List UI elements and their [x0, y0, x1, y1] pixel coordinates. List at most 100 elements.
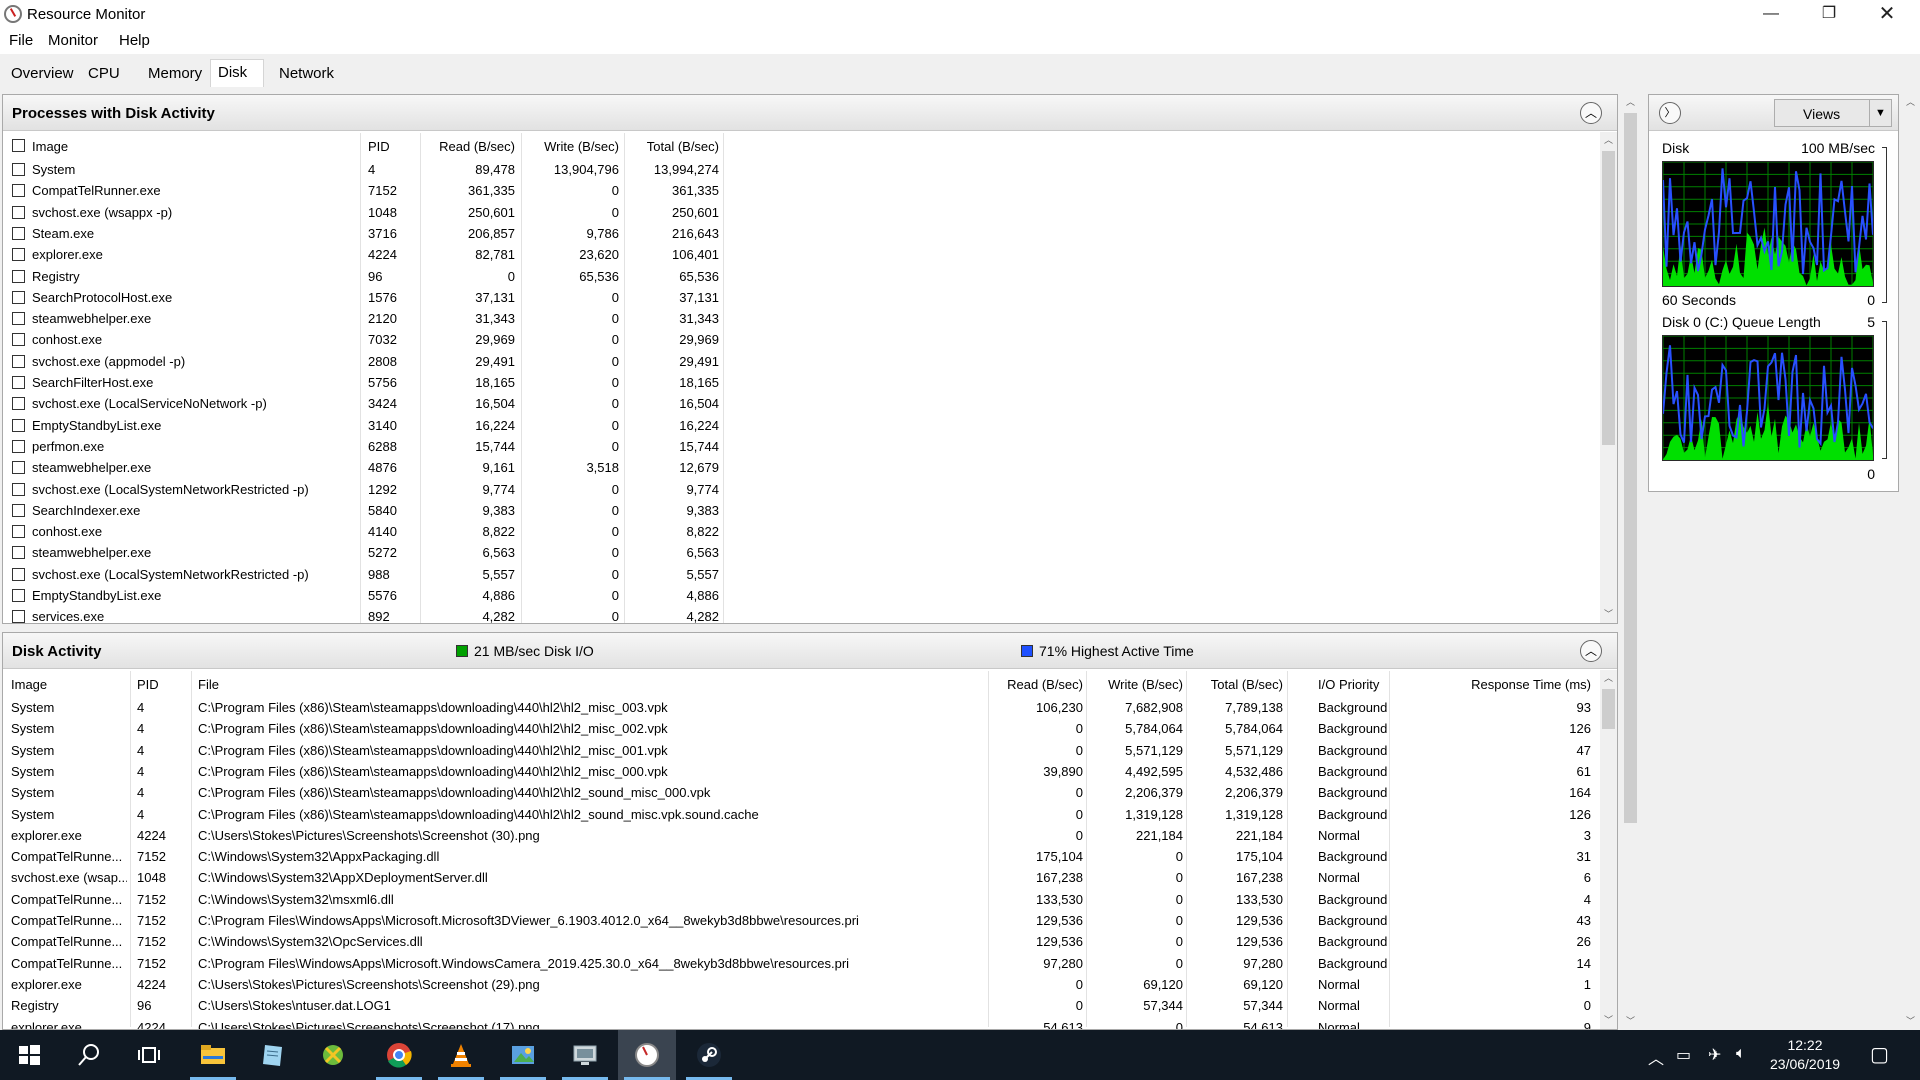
taskbar-chrome[interactable]: [370, 1030, 428, 1080]
process-checkbox[interactable]: [12, 525, 25, 539]
process-checkbox[interactable]: [12, 589, 25, 602]
disk-activity-panel-header[interactable]: Disk Activity 21 MB/sec Disk I/O 71% Hig…: [3, 633, 1617, 669]
processes-panel-header[interactable]: Processes with Disk Activity ︿: [3, 95, 1617, 131]
col-total[interactable]: Total (B/sec): [627, 139, 719, 154]
graph-scrollbar[interactable]: ︿ ﹀: [1902, 94, 1919, 1030]
taskbar-file-explorer[interactable]: [184, 1030, 242, 1080]
disk-activity-row[interactable]: System 4 C:\Program Files (x86)\Steam\stea…: [3, 740, 1600, 761]
process-row[interactable]: Steam.exe 3716 206,857 9,786 216,643: [3, 223, 1600, 244]
search-button[interactable]: [60, 1030, 118, 1080]
volume-icon[interactable]: 🔈︎: [1736, 1045, 1746, 1063]
taskbar-notepad[interactable]: [244, 1030, 302, 1080]
tab-network[interactable]: Network: [276, 62, 337, 87]
process-checkbox[interactable]: [12, 482, 25, 496]
scroll-thumb[interactable]: [1602, 689, 1615, 729]
process-row[interactable]: steamwebhelper.exe 2120 31,343 0 31,343: [3, 308, 1600, 329]
disk-activity-row[interactable]: explorer.exe 4224 C:\Users\Stokes\Pictures…: [3, 974, 1600, 995]
col-image[interactable]: Image: [11, 677, 47, 692]
disk-activity-row[interactable]: System 4 C:\Program Files (x86)\Steam\stea…: [3, 782, 1600, 803]
scroll-up-icon[interactable]: ︿: [1902, 94, 1919, 111]
disk-activity-row[interactable]: CompatTelRunne... 7152 C:\Windows\System32…: [3, 889, 1600, 910]
process-checkbox[interactable]: [12, 269, 25, 283]
taskbar-app-tool[interactable]: [304, 1030, 362, 1080]
maximize-button[interactable]: ❐: [1800, 0, 1858, 30]
menu-monitor[interactable]: Monitor: [48, 32, 98, 49]
scroll-down-icon[interactable]: ﹀: [1902, 1013, 1919, 1030]
taskbar-vlc[interactable]: [432, 1030, 490, 1080]
task-view-button[interactable]: [120, 1030, 178, 1080]
disk-activity-scrollbar[interactable]: ︿ ﹀: [1600, 670, 1617, 1029]
disk-activity-row[interactable]: CompatTelRunne... 7152 C:\Windows\System32…: [3, 846, 1600, 867]
process-row[interactable]: conhost.exe 4140 8,822 0 8,822: [3, 521, 1600, 542]
select-all-checkbox[interactable]: [12, 139, 25, 152]
process-checkbox[interactable]: [12, 397, 25, 411]
scroll-up-icon[interactable]: ︿: [1600, 670, 1617, 687]
menu-help[interactable]: Help: [119, 32, 150, 49]
process-checkbox[interactable]: [12, 354, 25, 368]
process-row[interactable]: SearchFilterHost.exe 5756 18,165 0 18,165: [3, 372, 1600, 393]
process-row[interactable]: svchost.exe (LocalSystemNetworkRestricte…: [3, 564, 1600, 585]
col-total[interactable]: Total (B/sec): [1187, 677, 1283, 692]
process-row[interactable]: CompatTelRunner.exe 7152 361,335 0 361,335: [3, 180, 1600, 201]
col-response-time[interactable]: Response Time (ms): [1423, 677, 1591, 692]
process-checkbox[interactable]: [12, 163, 25, 176]
process-checkbox[interactable]: [12, 546, 25, 560]
process-row[interactable]: conhost.exe 7032 29,969 0 29,969: [3, 329, 1600, 350]
dropdown-arrow-icon[interactable]: ▼: [1869, 100, 1891, 126]
disk-activity-row[interactable]: explorer.exe 4224 C:\Users\Stokes\Pictures…: [3, 1017, 1600, 1030]
process-row[interactable]: svchost.exe (LocalServiceNoNetwork -p) 34…: [3, 393, 1600, 414]
battery-icon[interactable]: ▭: [1676, 1045, 1691, 1065]
disk-activity-row[interactable]: explorer.exe 4224 C:\Users\Stokes\Pictures…: [3, 825, 1600, 846]
process-row[interactable]: steamwebhelper.exe 4876 9,161 3,518 12,679: [3, 457, 1600, 478]
disk-activity-row[interactable]: Registry 96 C:\Users\Stokes\ntuser.dat.LOG…: [3, 995, 1600, 1016]
scroll-thumb[interactable]: [1602, 151, 1615, 445]
taskbar-steam[interactable]: [680, 1030, 738, 1080]
close-button[interactable]: ✕: [1858, 0, 1916, 30]
process-checkbox[interactable]: [12, 290, 25, 304]
process-row[interactable]: Registry 96 0 65,536 65,536: [3, 266, 1600, 287]
disk-activity-row[interactable]: System 4 C:\Program Files (x86)\Steam\stea…: [3, 718, 1600, 739]
process-row[interactable]: System 4 89,478 13,904,796 13,994,274: [3, 159, 1600, 180]
col-read[interactable]: Read (B/sec): [423, 139, 515, 154]
tab-disk[interactable]: Disk: [210, 59, 264, 88]
tab-overview[interactable]: Overview: [8, 62, 77, 87]
process-checkbox[interactable]: [12, 503, 25, 517]
process-row[interactable]: svchost.exe (wsappx -p) 1048 250,601 0 250,6…: [3, 202, 1600, 223]
process-checkbox[interactable]: [12, 461, 25, 475]
disk-activity-row[interactable]: System 4 C:\Program Files (x86)\Steam\stea…: [3, 804, 1600, 825]
process-checkbox[interactable]: [12, 376, 25, 389]
process-checkbox[interactable]: [12, 610, 25, 623]
collapse-up-icon[interactable]: ︿: [1580, 102, 1602, 124]
scroll-down-icon[interactable]: ﹀: [1600, 606, 1617, 623]
col-pid[interactable]: PID: [137, 677, 159, 692]
process-checkbox[interactable]: [12, 312, 25, 326]
process-row[interactable]: SearchProtocolHost.exe 1576 37,131 0 37,131: [3, 287, 1600, 308]
process-row[interactable]: explorer.exe 4224 82,781 23,620 106,401: [3, 244, 1600, 265]
disk-activity-row[interactable]: System 4 C:\Program Files (x86)\Steam\stea…: [3, 697, 1600, 718]
col-image[interactable]: Image: [32, 139, 68, 154]
disk-activity-row[interactable]: CompatTelRunne... 7152 C:\Windows\System32…: [3, 931, 1600, 952]
process-row[interactable]: EmptyStandbyList.exe 5576 4,886 0 4,886: [3, 585, 1600, 606]
scroll-up-icon[interactable]: ︿: [1622, 94, 1639, 111]
start-button[interactable]: [0, 1030, 58, 1080]
scroll-up-icon[interactable]: ︿: [1600, 132, 1617, 149]
process-checkbox[interactable]: [12, 418, 25, 432]
process-checkbox[interactable]: [12, 205, 25, 219]
process-checkbox[interactable]: [12, 226, 25, 240]
col-write[interactable]: Write (B/sec): [1087, 677, 1183, 692]
disk-activity-row[interactable]: CompatTelRunne... 7152 C:\Program Files\Wi…: [3, 953, 1600, 974]
disk-activity-row[interactable]: svchost.exe (wsap... 1048 C:\Windows\Syste…: [3, 867, 1600, 888]
process-row[interactable]: services.exe 892 4,282 0 4,282: [3, 606, 1600, 623]
col-pid[interactable]: PID: [368, 139, 390, 154]
collapse-up-icon[interactable]: ︿: [1580, 640, 1602, 662]
process-checkbox[interactable]: [12, 184, 25, 198]
scroll-down-icon[interactable]: ﹀: [1622, 1013, 1639, 1030]
chevron-up-icon[interactable]: ︿: [1648, 1045, 1664, 1069]
process-checkbox[interactable]: [12, 567, 25, 581]
network-icon[interactable]: ✈: [1708, 1045, 1721, 1065]
minimize-button[interactable]: —: [1742, 0, 1800, 30]
taskbar-resource-monitor[interactable]: [618, 1030, 676, 1080]
disk-activity-row[interactable]: System 4 C:\Program Files (x86)\Steam\stea…: [3, 761, 1600, 782]
disk-activity-row[interactable]: CompatTelRunne... 7152 C:\Program Files\Wi…: [3, 910, 1600, 931]
tab-cpu[interactable]: CPU: [85, 62, 123, 87]
